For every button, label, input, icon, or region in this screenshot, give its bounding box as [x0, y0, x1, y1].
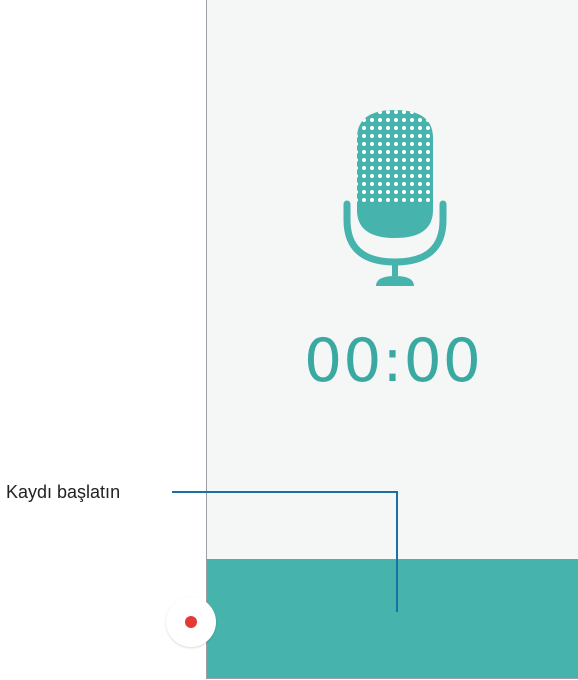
manual-illustration: 00:00 Kaydı başlatın: [0, 0, 578, 680]
callout-label-start-recording: Kaydı başlatın: [6, 482, 121, 502]
callout-leader-line: [172, 491, 398, 612]
